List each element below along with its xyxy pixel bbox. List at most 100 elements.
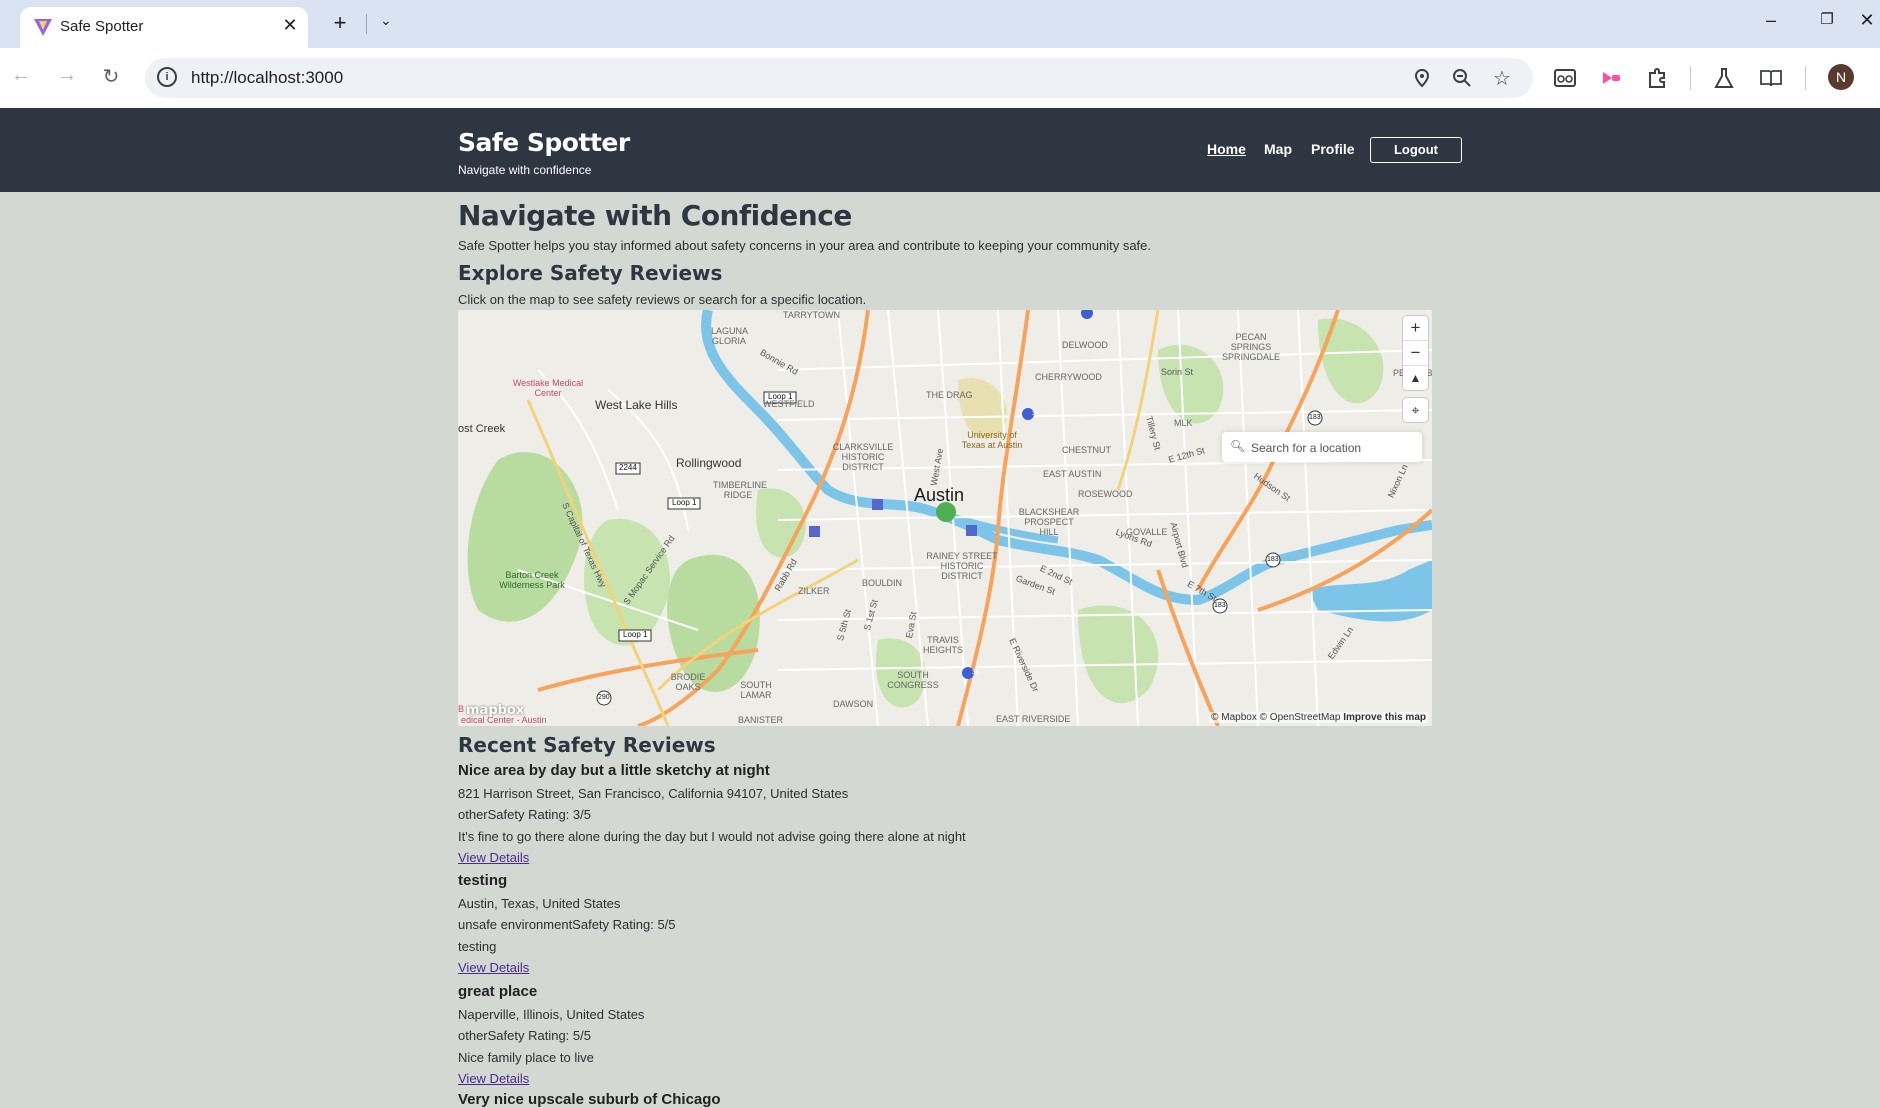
review-comment: Nice family place to live (458, 1050, 594, 1065)
review-address: Austin, Texas, United States (458, 896, 621, 911)
map-label: ost Creek (458, 423, 506, 435)
zoom-in-button[interactable]: + (1403, 316, 1428, 340)
forward-arrow-icon[interactable]: → (52, 64, 82, 87)
map-label: PECAN SPRINGS SPRINGDALE (1221, 332, 1281, 362)
map-label: Loop 1 (623, 630, 648, 639)
improve-map-link[interactable]: Improve this map (1343, 712, 1426, 723)
map-search-box[interactable]: 🔍︎ (1222, 432, 1422, 462)
extensions-puzzle-icon[interactable] (1646, 67, 1668, 89)
map-label: EAST AUSTIN (1043, 469, 1102, 479)
location-pin-icon[interactable] (1412, 68, 1432, 88)
tab-divider (366, 14, 367, 34)
map-label: 183 (1309, 414, 1321, 421)
osm-attribution[interactable]: © OpenStreetMap (1260, 712, 1341, 723)
map-label: 35 (1032, 411, 1039, 417)
zoom-out-button[interactable]: − (1403, 340, 1428, 365)
toolbar-divider (1690, 66, 1691, 90)
review-title: great place (458, 983, 538, 1000)
site-info-icon[interactable]: i (157, 67, 177, 87)
reload-icon[interactable]: ↻ (96, 64, 126, 89)
extension-pink-icon[interactable] (1600, 68, 1622, 88)
map-label: SOUTH LAMAR (740, 680, 772, 700)
map-label: Loop 1 (672, 498, 697, 507)
map-label: SOUTH CONGRESS (887, 670, 939, 690)
back-arrow-icon[interactable]: ← (6, 64, 36, 87)
review-address: Naperville, Illinois, United States (458, 1007, 645, 1022)
reading-mode-icon[interactable] (1554, 68, 1576, 88)
map-label: BRODIE OAKS (670, 672, 706, 692)
map-label: BANISTER (738, 715, 784, 725)
map-label: ZILKER (798, 586, 830, 596)
close-tab-icon[interactable]: ✕ (278, 15, 302, 36)
labs-flask-icon[interactable] (1714, 67, 1734, 89)
map-label: BOULDIN (862, 578, 903, 588)
url-text[interactable]: http://localhost:3000 (191, 68, 343, 88)
map-canvas[interactable] (458, 310, 1432, 726)
map-label: LAGUNA GLORIA (711, 326, 749, 346)
map-label: University of Texas at Austin (961, 430, 1023, 450)
nav-profile-link[interactable]: Profile (1311, 141, 1355, 157)
reading-list-icon[interactable] (1759, 68, 1783, 88)
map-label: EAST RIVERSIDE (996, 714, 1071, 724)
search-icon: 🔍︎ (1230, 439, 1246, 453)
map-label: TARRYTOWN (783, 310, 841, 320)
map-label: 35 (972, 670, 979, 676)
bookmark-star-icon[interactable]: ☆ (1490, 66, 1514, 91)
tab-search-chevron-icon[interactable]: ⌄ (380, 12, 392, 29)
map-label: BLACKSHEAR PROSPECT HILL (1018, 507, 1080, 537)
brand-title[interactable]: Safe Spotter (458, 128, 630, 157)
map-label: MLK (1174, 418, 1193, 428)
toolbar-divider (1805, 66, 1806, 90)
logout-button[interactable]: Logout (1370, 137, 1462, 163)
tab-title: Safe Spotter (60, 18, 144, 35)
map-label: RAINEY STREET HISTORIC DISTRICT (926, 551, 998, 581)
address-bar[interactable]: i http://localhost:3000 ☆ (145, 58, 1533, 98)
window-close-icon[interactable]: ✕ (1858, 10, 1876, 31)
zoom-controls: + − ▲ (1403, 316, 1428, 390)
view-details-link[interactable]: View Details (458, 1071, 529, 1086)
map-label: Loop 1 (768, 392, 793, 401)
map-label: CHERRYWOOD (1035, 372, 1102, 382)
location-search-input[interactable] (1249, 436, 1418, 460)
mapbox-attribution[interactable]: © Mapbox (1211, 712, 1257, 723)
zoom-icon[interactable] (1452, 68, 1472, 88)
new-tab-button[interactable]: + (326, 10, 354, 36)
review-rating: unsafe environmentSafety Rating: 5/5 (458, 917, 676, 932)
view-details-link[interactable]: View Details (458, 850, 529, 865)
review-comment: testing (458, 939, 497, 954)
map-label: 290 (598, 694, 610, 701)
restore-icon[interactable]: ❐ (1812, 10, 1842, 28)
map-label: Rollingwood (676, 456, 742, 470)
map-label: THE DRAG (926, 390, 973, 400)
vite-favicon-icon (34, 19, 52, 36)
browser-toolbar: ← → ↻ i http://localhost:3000 ☆ N (0, 48, 1880, 109)
map-label: CLARKSVILLE HISTORIC DISTRICT (832, 442, 894, 472)
map-label: CHESTNUT (1062, 445, 1111, 455)
map-label: TIMBERLINE RIDGE (713, 480, 768, 500)
review-title: testing (458, 872, 508, 889)
browser-tab[interactable]: Safe Spotter ✕ (20, 7, 308, 48)
review-rating: otherSafety Rating: 5/5 (458, 1028, 591, 1043)
map-label: West Lake Hills (595, 398, 678, 412)
profile-avatar[interactable]: N (1828, 64, 1854, 90)
map-label: TRAVIS HEIGHTS (922, 635, 963, 655)
mapbox-logo[interactable]: mapbox (466, 703, 524, 718)
map-label: DAWSON (833, 699, 874, 709)
brand-subtitle: Navigate with confidence (458, 163, 592, 177)
explore-title: Explore Safety Reviews (458, 261, 723, 285)
safety-map[interactable]: Austin West Lake Hills Rollingwood Westl… (458, 310, 1432, 726)
geolocate-icon[interactable]: ⌖ (1403, 398, 1428, 422)
map-label: 183 (1214, 602, 1226, 609)
view-details-link[interactable]: View Details (458, 960, 529, 975)
review-comment: It's fine to go there alone during the d… (458, 829, 966, 844)
map-label: B (458, 704, 465, 714)
hero-description: Safe Spotter helps you stay informed abo… (458, 238, 1151, 253)
nav-map-link[interactable]: Map (1264, 141, 1292, 157)
nav-home-link[interactable]: Home (1207, 141, 1246, 157)
map-label: Sorin St (1161, 367, 1194, 377)
map-label: 183 (1267, 556, 1279, 563)
minimize-icon[interactable]: – (1756, 10, 1786, 31)
review-title: Nice area by day but a little sketchy at… (458, 762, 770, 779)
map-label: DELWOOD (1062, 340, 1108, 350)
compass-icon[interactable]: ▲ (1403, 365, 1428, 390)
